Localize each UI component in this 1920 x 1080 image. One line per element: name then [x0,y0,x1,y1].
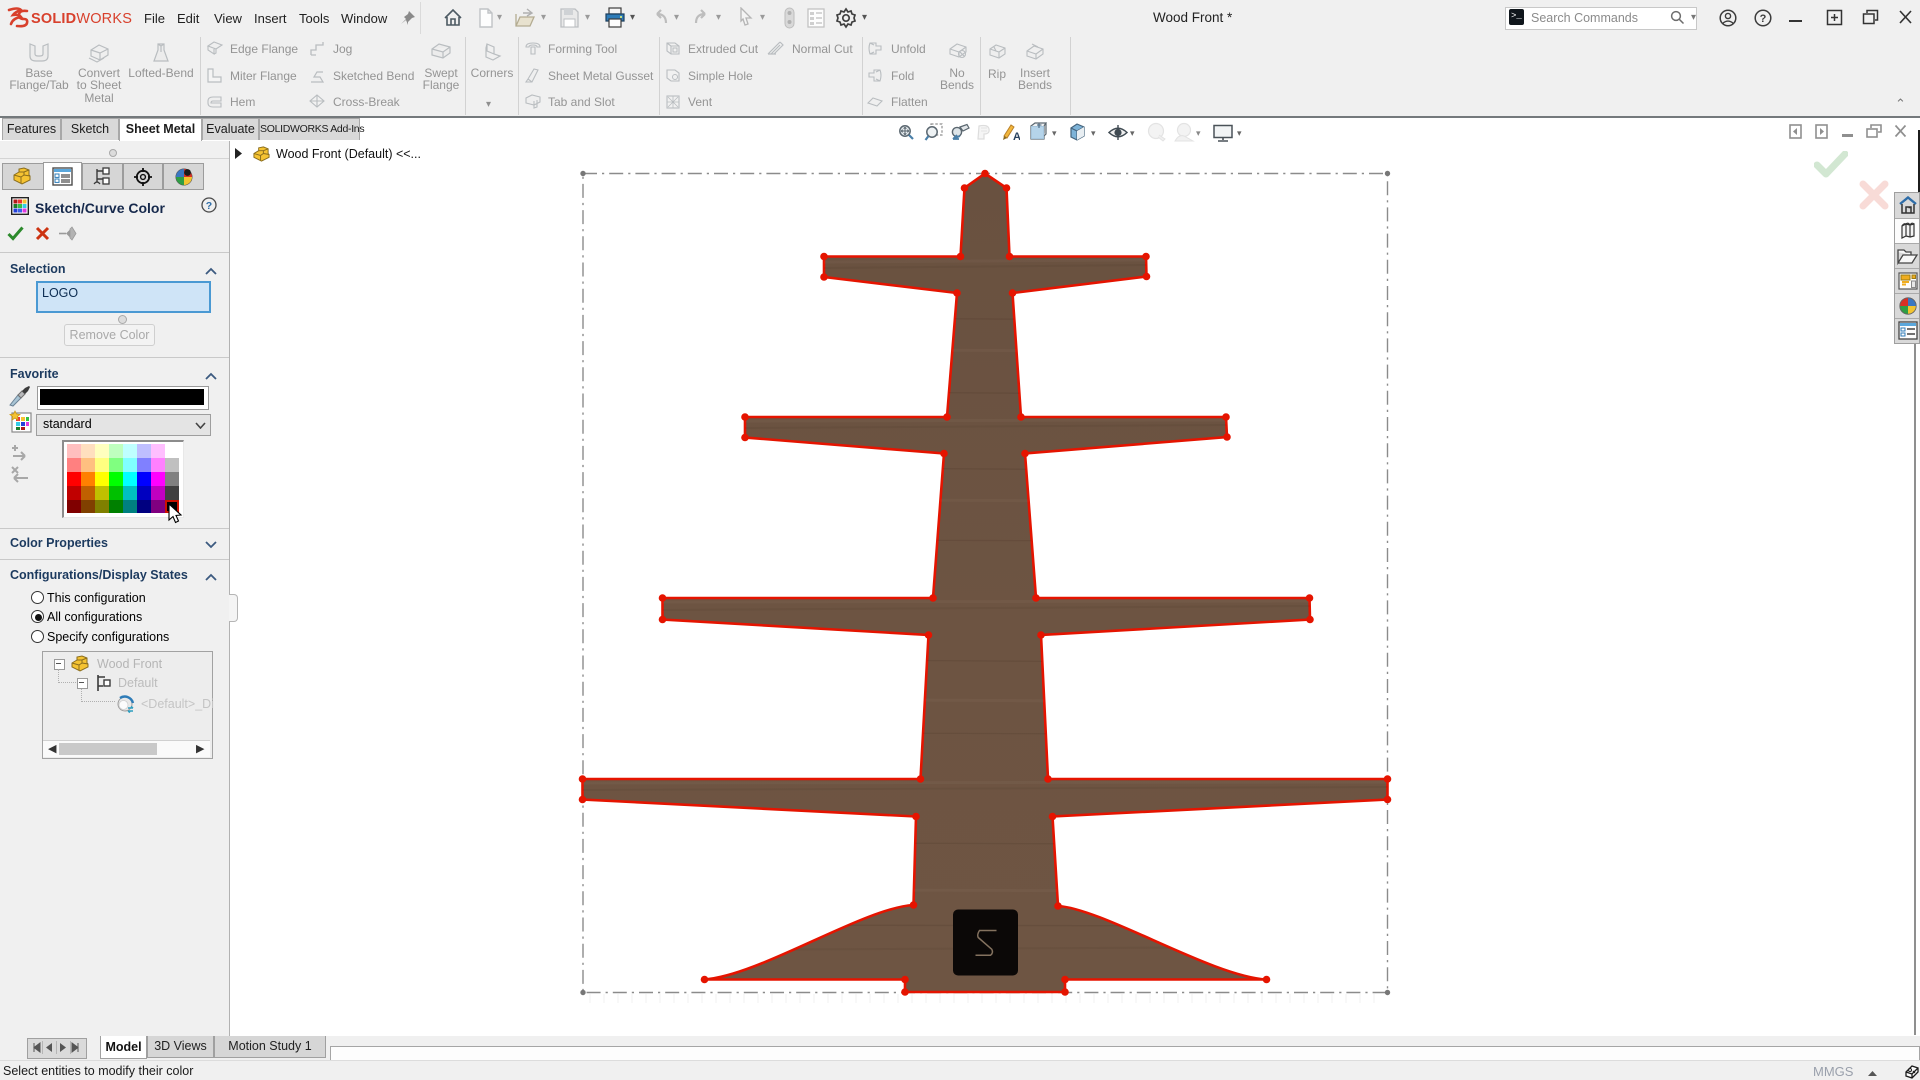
svg-text:A: A [1013,131,1020,142]
